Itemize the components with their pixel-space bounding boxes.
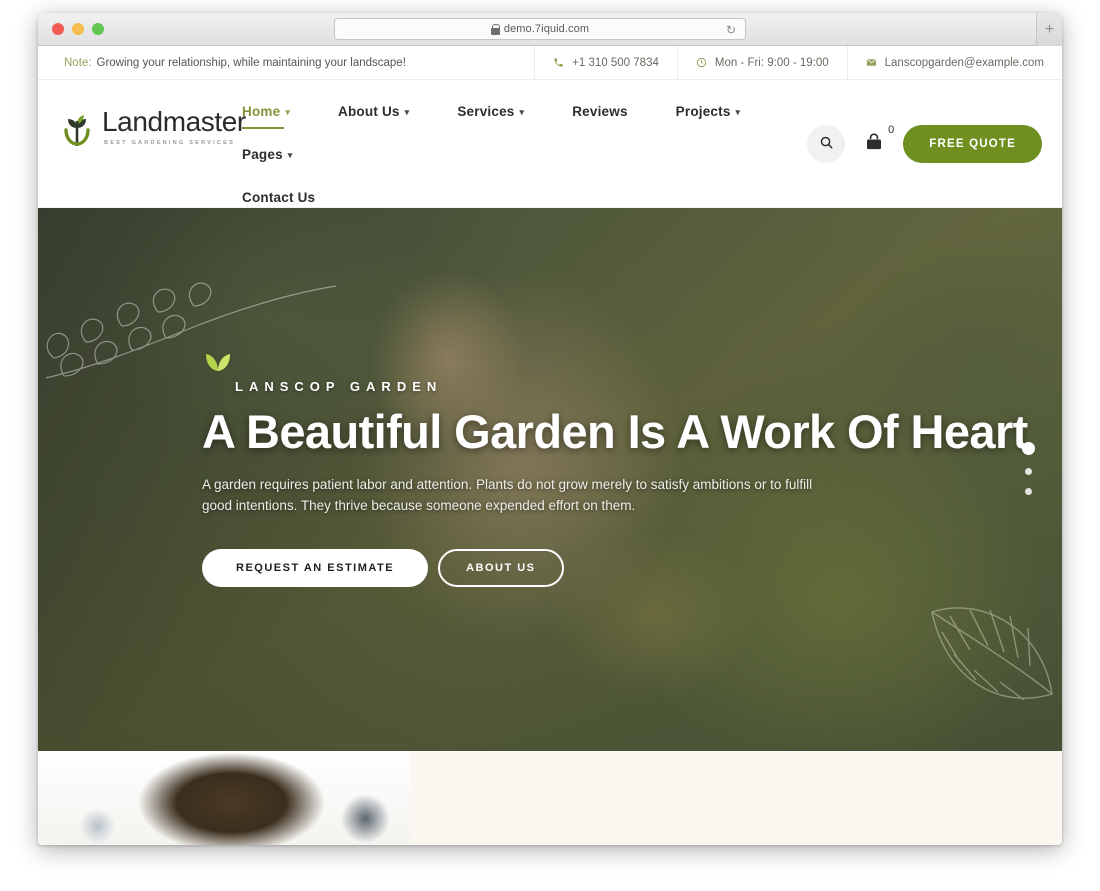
slider-dot-3[interactable] — [1025, 488, 1032, 495]
chevron-down-icon: ▾ — [735, 107, 741, 117]
hero-eyebrow: LANSCOP GARDEN — [235, 379, 443, 394]
soil-photo — [38, 751, 410, 845]
topbar-phone[interactable]: +1 310 500 7834 — [534, 46, 677, 79]
new-tab-button[interactable]: + — [1036, 13, 1062, 46]
slider-pagination — [1022, 442, 1035, 495]
cart-button[interactable]: 0 — [863, 124, 894, 156]
slider-dot-1[interactable] — [1022, 442, 1035, 455]
topbar-hours: Mon - Fri: 9:00 - 19:00 — [676, 46, 847, 79]
nav-item-pages[interactable]: Pages ▾ — [218, 133, 317, 176]
sprout-icon — [204, 351, 232, 375]
lock-icon — [490, 23, 501, 35]
cart-count-badge: 0 — [888, 124, 895, 136]
chevron-down-icon: ▾ — [287, 150, 293, 160]
phone-number: +1 310 500 7834 — [572, 56, 659, 69]
nav-label: Projects — [675, 104, 731, 119]
nav-item-reviews[interactable]: Reviews — [548, 90, 651, 133]
nav-label: Pages — [242, 147, 283, 162]
nav-item-projects[interactable]: Projects ▾ — [652, 90, 765, 133]
search-icon — [819, 135, 834, 153]
main-navigation: Home ▾ About Us ▾ Services ▾ Reviews Pro… — [218, 90, 818, 219]
nav-label: About Us — [338, 104, 400, 119]
nav-label: Home — [242, 104, 281, 119]
browser-titlebar: demo.7iquid.com ↻ + — [38, 13, 1062, 46]
page-root: demo.7iquid.com ↻ + Note: Growing your r… — [0, 0, 1100, 891]
phone-icon — [553, 57, 564, 68]
mail-icon — [866, 57, 877, 68]
close-window-button[interactable] — [52, 23, 64, 35]
nav-label: Services — [457, 104, 515, 119]
leaf-ornament-icon — [912, 576, 1062, 741]
nav-item-home[interactable]: Home ▾ — [218, 90, 314, 133]
topbar-email[interactable]: Lanscopgarden@example.com — [846, 46, 1062, 79]
browser-window: demo.7iquid.com ↻ + Note: Growing your r… — [38, 13, 1062, 845]
address-bar[interactable]: demo.7iquid.com ↻ — [334, 18, 746, 40]
business-hours: Mon - Fri: 9:00 - 19:00 — [714, 56, 829, 69]
maximize-window-button[interactable] — [92, 23, 104, 35]
note-text: Growing your relationship, while maintai… — [96, 56, 406, 69]
content-panel — [410, 751, 1062, 845]
slider-dot-2[interactable] — [1025, 468, 1032, 475]
nav-label: Contact Us — [242, 190, 316, 205]
nav-item-about-us[interactable]: About Us ▾ — [314, 90, 433, 133]
window-controls — [52, 23, 104, 35]
top-info-bar: Note: Growing your relationship, while m… — [38, 46, 1062, 80]
nav-label: Reviews — [572, 104, 628, 119]
sprout-logo-icon — [60, 106, 94, 148]
about-us-button[interactable]: ABOUT US — [438, 548, 564, 587]
hero-title: A Beautiful Garden Is A Work Of Heart — [202, 405, 1028, 458]
clock-icon — [696, 57, 707, 68]
hero-content: LANSCOP GARDEN A Beautiful Garden Is A W… — [202, 351, 1028, 587]
header-actions: 0 FREE QUOTE — [807, 124, 1042, 163]
minimize-window-button[interactable] — [72, 23, 84, 35]
hero-eyebrow-row — [202, 351, 902, 371]
email-address: Lanscopgarden@example.com — [884, 56, 1044, 69]
free-quote-button[interactable]: FREE QUOTE — [903, 125, 1042, 163]
site-header: Landmaster BEST GARDENING SERVICES Home … — [38, 80, 1062, 208]
reload-icon[interactable]: ↻ — [726, 24, 736, 36]
hero-buttons: REQUEST AN ESTIMATE ABOUT US — [202, 548, 902, 587]
below-hero-section — [38, 751, 1062, 845]
chevron-down-icon: ▾ — [404, 107, 410, 117]
hero-description: A garden requires patient labor and atte… — [202, 477, 813, 513]
url-text: demo.7iquid.com — [503, 23, 590, 35]
chevron-down-icon: ▾ — [519, 107, 525, 117]
note-label: Note: — [64, 56, 92, 69]
chevron-down-icon: ▾ — [285, 107, 291, 117]
top-note: Note: Growing your relationship, while m… — [38, 46, 534, 79]
address-bar-content: demo.7iquid.com — [490, 23, 590, 35]
shopping-bag-icon — [863, 132, 885, 156]
request-estimate-button[interactable]: REQUEST AN ESTIMATE — [202, 548, 429, 587]
hero-slider: LANSCOP GARDEN A Beautiful Garden Is A W… — [38, 208, 1062, 751]
nav-item-services[interactable]: Services ▾ — [433, 90, 548, 133]
search-button[interactable] — [807, 125, 846, 163]
page-viewport: Note: Growing your relationship, while m… — [38, 46, 1062, 845]
